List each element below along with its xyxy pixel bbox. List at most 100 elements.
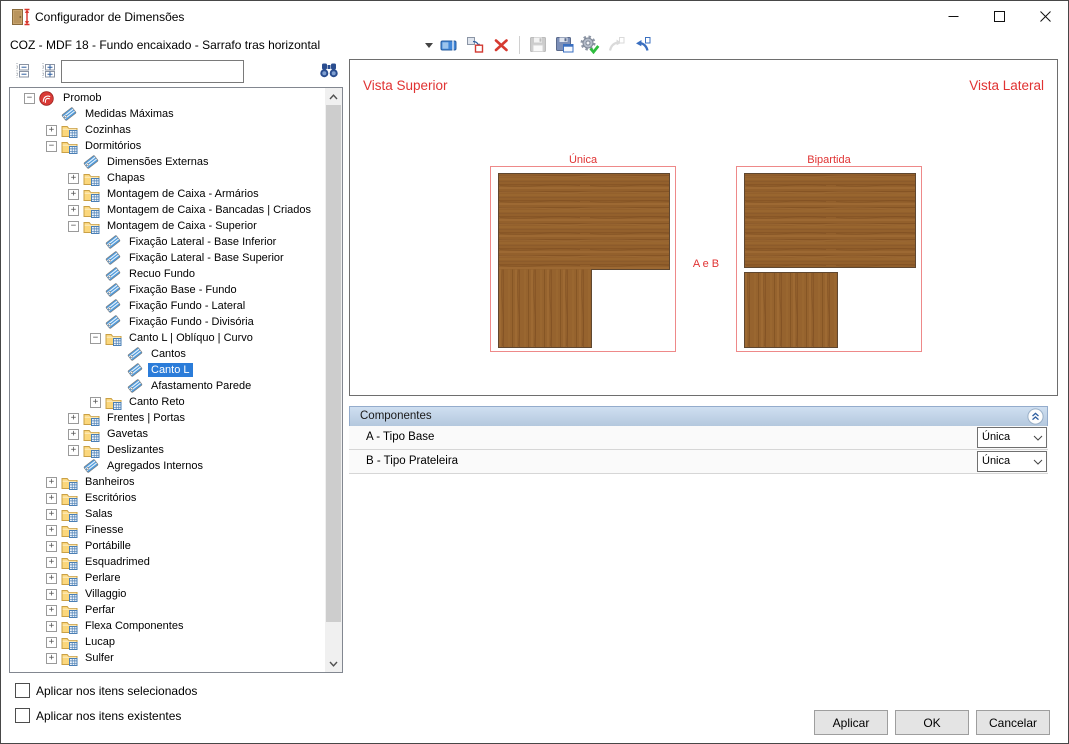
folder-icon <box>105 331 123 346</box>
checkbox-box[interactable] <box>15 708 30 723</box>
tree-expander-minus-icon[interactable]: − <box>46 140 57 152</box>
tree-expander-plus-icon[interactable]: + <box>46 652 57 664</box>
tree-item[interactable]: + Cozinhas <box>10 122 325 138</box>
tree-expander-plus-icon[interactable]: + <box>68 444 79 456</box>
tree-item[interactable]: + Perfar <box>10 602 325 618</box>
tree-item[interactable]: Fixação Fundo - Lateral <box>10 298 325 314</box>
tree-item[interactable]: + Perlare <box>10 570 325 586</box>
tag-icon <box>105 235 123 250</box>
tree-item[interactable]: Canto L <box>10 362 325 378</box>
save-as-icon[interactable] <box>554 35 574 54</box>
apply-selected-items-checkbox[interactable]: Aplicar nos itens selecionados <box>15 683 197 698</box>
checkbox-box[interactable] <box>15 683 30 698</box>
tree-item[interactable]: + Montagem de Caixa - Armários <box>10 186 325 202</box>
tree-expander-plus-icon[interactable]: + <box>46 636 57 648</box>
apply-button[interactable]: Aplicar <box>814 710 888 735</box>
folder-icon <box>61 651 79 666</box>
tree-item[interactable]: + Finesse <box>10 522 325 538</box>
collapse-all-icon[interactable] <box>15 62 30 85</box>
maximize-button[interactable] <box>976 1 1022 32</box>
delete-icon[interactable] <box>491 35 511 54</box>
component-select[interactable]: Única <box>977 451 1047 472</box>
copy-item-icon[interactable] <box>465 35 485 54</box>
folder-icon <box>83 443 101 458</box>
tree-expander-plus-icon[interactable]: + <box>46 588 57 600</box>
tree-expander-minus-icon[interactable]: − <box>90 332 101 344</box>
tree-item[interactable]: Fixação Lateral - Base Superior <box>10 250 325 266</box>
component-select[interactable]: Única <box>977 427 1047 448</box>
tree-expander-plus-icon[interactable]: + <box>46 492 57 504</box>
tree-expander-minus-icon[interactable]: − <box>68 220 79 232</box>
collapse-section-icon[interactable] <box>1027 408 1044 425</box>
tree-expander-plus-icon[interactable]: + <box>90 396 101 408</box>
tree-item[interactable]: + Banheiros <box>10 474 325 490</box>
tree-item[interactable]: − Dormitórios <box>10 138 325 154</box>
tree-item[interactable]: Fixação Base - Fundo <box>10 282 325 298</box>
tag-icon <box>83 459 101 474</box>
ok-button[interactable]: OK <box>895 710 969 735</box>
tree-expander-plus-icon[interactable]: + <box>46 620 57 632</box>
tree-item[interactable]: + Escritórios <box>10 490 325 506</box>
search-input[interactable] <box>61 60 244 83</box>
tree-item[interactable]: + Esquadrimed <box>10 554 325 570</box>
scrollbar-thumb[interactable] <box>326 105 341 622</box>
dropdown-arrow-icon[interactable] <box>425 43 433 48</box>
tree-expander-plus-icon[interactable]: + <box>46 508 57 520</box>
tree-expander-plus-icon[interactable]: + <box>46 572 57 584</box>
tree-expander-plus-icon[interactable]: + <box>46 124 57 136</box>
tree-item[interactable]: Agregados Internos <box>10 458 325 474</box>
expand-all-icon[interactable] <box>41 62 56 85</box>
tree-item[interactable]: − Canto L | Oblíquo | Curvo <box>10 330 325 346</box>
rename-icon[interactable] <box>439 35 459 54</box>
tree-item-label: Portábille <box>85 540 131 552</box>
tree-item[interactable]: + Montagem de Caixa - Bancadas | Criados <box>10 202 325 218</box>
tree-expander-plus-icon[interactable]: + <box>68 428 79 440</box>
tree-expander-plus-icon[interactable]: + <box>68 172 79 184</box>
minimize-button[interactable] <box>930 1 976 32</box>
tree-item[interactable]: Cantos <box>10 346 325 362</box>
cancel-button[interactable]: Cancelar <box>976 710 1050 735</box>
tree-item-label: Cozinhas <box>85 124 131 136</box>
scroll-down-icon[interactable] <box>325 655 342 672</box>
tree-item[interactable]: + Chapas <box>10 170 325 186</box>
link-page-icon[interactable] <box>632 35 652 54</box>
tree-item[interactable]: Recuo Fundo <box>10 266 325 282</box>
tree-item[interactable]: + Gavetas <box>10 426 325 442</box>
folder-icon <box>61 507 79 522</box>
folder-icon <box>61 539 79 554</box>
tree-expander-plus-icon[interactable]: + <box>68 412 79 424</box>
tree-item[interactable]: + Salas <box>10 506 325 522</box>
close-button[interactable] <box>1022 1 1068 32</box>
configuration-combobox[interactable]: COZ - MDF 18 - Fundo encaixado - Sarrafo… <box>10 38 320 52</box>
tree-item[interactable]: + Sulfer <box>10 650 325 666</box>
tree-expander-minus-icon[interactable]: − <box>24 92 35 104</box>
tree-item[interactable]: + Flexa Componentes <box>10 618 325 634</box>
tree-expander-plus-icon[interactable]: + <box>46 556 57 568</box>
tree-expander-plus-icon[interactable]: + <box>46 476 57 488</box>
apply-gear-check-icon[interactable] <box>580 35 600 54</box>
tree-item[interactable]: − Promob <box>10 90 325 106</box>
tree-item-label: Fixação Base - Fundo <box>129 284 237 296</box>
tree-expander-plus-icon[interactable]: + <box>46 604 57 616</box>
tree-expander-plus-icon[interactable]: + <box>68 204 79 216</box>
tree-item[interactable]: Dimensões Externas <box>10 154 325 170</box>
tree-expander-plus-icon[interactable]: + <box>46 540 57 552</box>
tree-item[interactable]: Fixação Lateral - Base Inferior <box>10 234 325 250</box>
apply-existing-items-checkbox[interactable]: Aplicar nos itens existentes <box>15 708 181 723</box>
tree-item[interactable]: + Frentes | Portas <box>10 410 325 426</box>
tree-item[interactable]: Afastamento Parede <box>10 378 325 394</box>
tree-item[interactable]: + Lucap <box>10 634 325 650</box>
tree-item-label: Fixação Lateral - Base Superior <box>129 252 284 264</box>
tree-scrollbar[interactable] <box>325 88 342 672</box>
scroll-up-icon[interactable] <box>325 88 342 105</box>
tree-expander-plus-icon[interactable]: + <box>46 524 57 536</box>
tree-item[interactable]: + Canto Reto <box>10 394 325 410</box>
tree-item[interactable]: + Portábille <box>10 538 325 554</box>
tree-expander-plus-icon[interactable]: + <box>68 188 79 200</box>
tree-item[interactable]: + Deslizantes <box>10 442 325 458</box>
binoculars-search-icon[interactable] <box>319 62 339 84</box>
tree-item[interactable]: Medidas Máximas <box>10 106 325 122</box>
tree-item[interactable]: + Villaggio <box>10 586 325 602</box>
tree-item[interactable]: Fixação Fundo - Divisória <box>10 314 325 330</box>
tree-item[interactable]: − Montagem de Caixa - Superior <box>10 218 325 234</box>
